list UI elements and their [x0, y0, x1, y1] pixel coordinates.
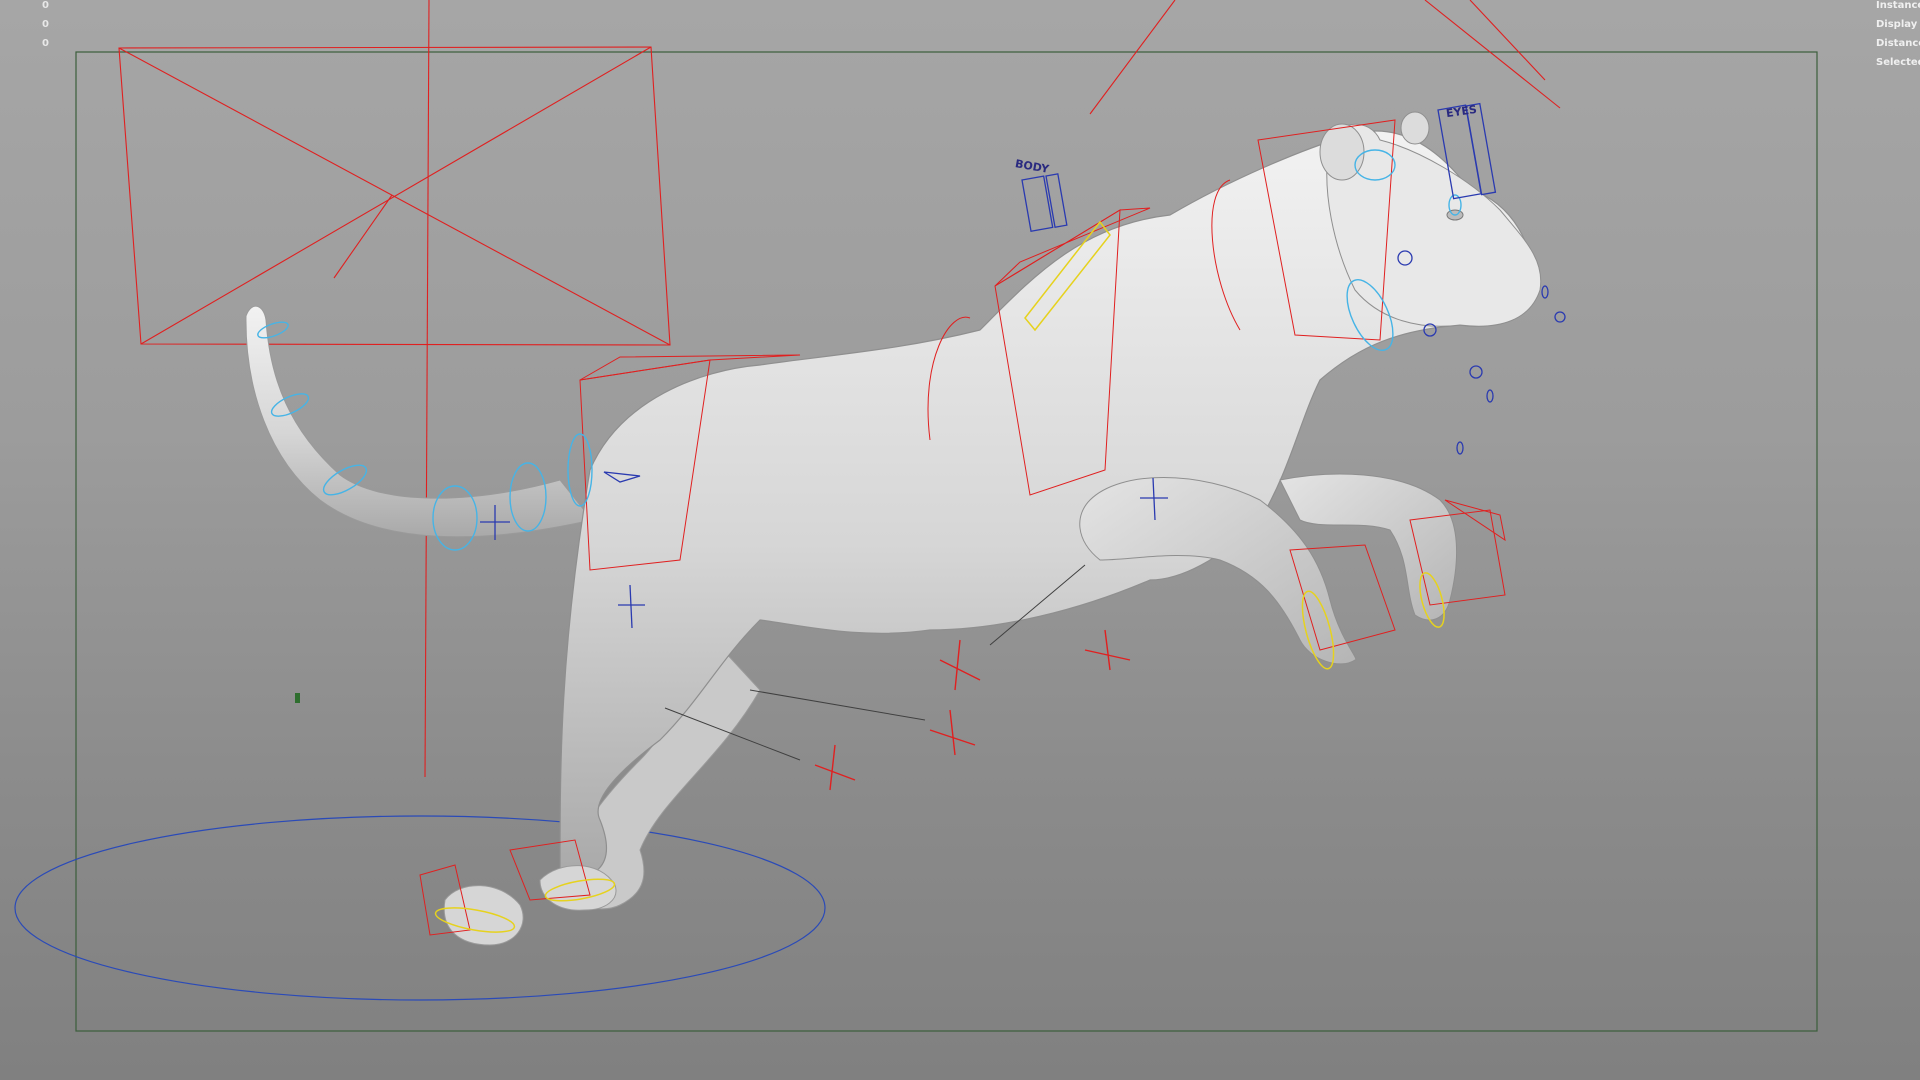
ear-right-mesh: [1400, 111, 1430, 145]
hud-left-value: 0: [42, 19, 49, 30]
hud-left-value: 0: [42, 38, 49, 49]
hud-right-label: Display La: [1876, 19, 1920, 30]
hud-left-value: 0: [42, 0, 49, 11]
hud-right-label: Distance F: [1876, 38, 1920, 49]
hud-right-labels: Instance Display La Distance F Selected …: [1876, 0, 1920, 72]
back-foot-mesh: [443, 885, 524, 946]
hud-left-values: 0 0 0: [42, 0, 49, 53]
viewport-3d[interactable]: BODY EYES 0 0 0 Instance Display La Dist…: [0, 0, 1920, 1080]
scene-canvas[interactable]: [0, 0, 1920, 1080]
ground-circle-control[interactable]: [14, 815, 826, 1001]
hud-right-label: Instance: [1876, 0, 1920, 11]
hud-right-label: Selected C: [1876, 57, 1920, 68]
tail-mesh: [245, 305, 593, 538]
locator-crosses-red[interactable]: [814, 629, 1131, 791]
green-locator[interactable]: [295, 693, 300, 703]
